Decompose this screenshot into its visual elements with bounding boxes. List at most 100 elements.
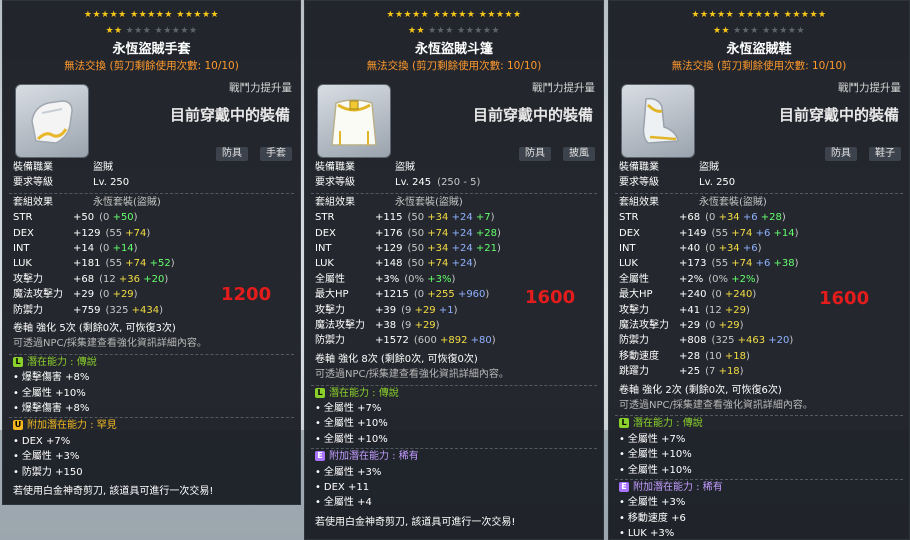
stat-close: ) — [794, 227, 799, 239]
section-divider — [9, 417, 294, 419]
currently-equipped-label: 目前穿戴中的裝備 — [169, 106, 290, 124]
stat-total: +1215 — [375, 289, 409, 301]
stat-row: DEX +129 (55 +74) — [13, 227, 292, 240]
starforce-stars-row1: ★★★★★ ★★★★★ ★★★★★ — [691, 10, 827, 20]
bullet-icon: • — [619, 512, 625, 524]
stat-total: +28 — [679, 350, 701, 362]
additional-potential-label: 附加潛在能力 : 稀有 — [329, 451, 419, 463]
stat-bonus: +6 — [742, 243, 758, 254]
enhance-info-row: 可透過NPC/採集建查看強化資訊詳細內容。 — [619, 399, 901, 412]
stat-row: 移動速度 +28 (10 +18) — [619, 350, 901, 363]
stat-base: (0% — [404, 273, 428, 285]
stat-bonus: +6 — [755, 258, 774, 270]
stat-bonus: +28 — [475, 227, 497, 239]
stars-filled: ★★ — [712, 26, 731, 36]
stat-base: (12 — [705, 304, 725, 316]
stat-row: LUK +181 (55 +74 +52) — [13, 257, 292, 270]
scroll-enhance-row: 卷軸 強化 5次 (剩餘0次, 可恢復3次) — [13, 322, 292, 335]
stat-row: STR +50 (0 +50) — [13, 211, 292, 224]
bullet-icon: • — [619, 528, 625, 540]
stat-base: (0 — [99, 289, 113, 301]
combat-power-increase-label: 戰鬥力提升量 — [532, 82, 595, 94]
additional-potential-value: 防禦力 +150 — [21, 466, 83, 478]
stat-bonus: +28 — [760, 212, 782, 224]
potential-line: • 全屬性 +10% — [619, 448, 901, 461]
additional-potential-line: • DEX +7% — [13, 435, 292, 448]
stat-bonus: +3% — [427, 273, 452, 285]
stat-row: 全屬性 +2% (0% +2%) — [619, 273, 901, 286]
additional-potential-line: • 全屬性 +3% — [13, 450, 292, 463]
starforce-stars-row2: ★★ ★★★ ★★★★★ — [609, 25, 909, 38]
combat-power-annotation: 1200 — [221, 284, 272, 305]
stat-name: 跳躍力 — [619, 366, 649, 378]
set-effect-row: 套組效果 永恆套裝(盜賊) — [13, 196, 292, 209]
bullet-icon: • — [619, 449, 625, 461]
stat-bonus: +434 — [131, 304, 160, 316]
potential-value: 爆擊傷害 +8% — [21, 403, 90, 414]
job-label: 裝備職業 — [619, 162, 659, 173]
enhance-info-text: 可透過NPC/採集建查看強化資訊詳細內容。 — [619, 400, 813, 411]
additional-potential-value: 全屬性 +3% — [21, 451, 80, 463]
enhance-info-row: 可透過NPC/採集建查看強化資訊詳細內容。 — [13, 337, 292, 350]
stat-bonus: +20 — [143, 273, 165, 285]
stat-base: (600 — [413, 335, 440, 347]
section-divider — [9, 192, 294, 194]
stat-name: 最大HP — [619, 289, 653, 301]
job-value: 盜賊 — [93, 162, 113, 173]
item-tooltip-gloves: ★★★★★ ★★★★★ ★★★★★ ★★ ★★★ ★★★★★ 永恆盜賊手套 無法交換 (… — [2, 0, 301, 505]
stat-close: ) — [746, 350, 750, 362]
stat-close: ) — [133, 212, 138, 224]
stat-close: ) — [739, 366, 744, 378]
stat-total: +149 — [679, 227, 707, 239]
stat-close: ) — [491, 335, 496, 347]
potential-value: 全屬性 +7% — [627, 433, 686, 445]
stat-name: DEX — [619, 227, 640, 239]
item-category-tag: 披風 — [563, 147, 595, 161]
bullet-icon: • — [315, 466, 321, 478]
stat-name: 魔法攻擊力 — [619, 320, 669, 331]
stat-base: (7 — [705, 366, 719, 378]
bullet-icon: • — [13, 451, 19, 463]
scroll-enhance-text: 卷軸 強化 8次 (剩餘0次, 可恢復0次) — [315, 353, 478, 365]
stat-base: (0 — [99, 243, 113, 254]
scroll-enhance-text: 卷軸 強化 2次 (剩餘0次, 可恢復6次) — [619, 384, 782, 396]
stat-base: (325 — [105, 304, 132, 316]
potential-line: • 全屬性 +7% — [619, 433, 901, 446]
stat-row: 跳躍力 +25 (7 +18) — [619, 365, 901, 378]
stat-base: (50 — [407, 212, 428, 224]
stat-name: DEX — [315, 227, 336, 239]
stat-total: +115 — [375, 212, 403, 224]
stat-row: INT +40 (0 +34 +6) — [619, 242, 901, 255]
stat-row: STR +115 (50 +34 +24 +7) — [315, 211, 595, 224]
item-category-tag: 鞋子 — [869, 147, 901, 161]
required-level-row: 要求等級 Lv. 245 (250 - 5) — [315, 176, 595, 189]
potential-value: 爆擊傷害 +8% — [21, 372, 90, 384]
trade-status: 無法交換 (剪刀剩餘使用次數: 10/10) — [671, 60, 847, 72]
bullet-icon: • — [315, 497, 321, 509]
stat-row: INT +14 (0 +14) — [13, 242, 292, 255]
stat-bonus: +6 — [742, 212, 761, 224]
stat-name: STR — [619, 212, 639, 224]
stat-close: ) — [789, 335, 794, 347]
additional-potential-value: 全屬性 +3% — [323, 466, 382, 478]
item-tooltip-cape: ★★★★★ ★★★★★ ★★★★★ ★★ ★★★ ★★★★★ 永恆盜賊斗篷 無法交換 (… — [304, 0, 604, 540]
stat-base: (0 — [705, 212, 719, 224]
bullet-icon: • — [13, 372, 19, 384]
stat-base: (9 — [401, 320, 415, 331]
stat-bonus: +50 — [112, 212, 134, 224]
stat-bonus: +29 — [718, 320, 740, 331]
job-label: 裝備職業 — [13, 162, 53, 173]
enhance-info-row: 可透過NPC/採集建查看強化資訊詳細內容。 — [315, 368, 595, 381]
stat-name: 全屬性 — [315, 273, 345, 285]
stat-row: 魔法攻擊力 +29 (0 +29) — [619, 319, 901, 332]
platinum-scissors-hint: 若使用白金神奇剪刀, 該道具可進行一次交易! — [13, 485, 292, 498]
stat-bonus: +20 — [768, 335, 790, 347]
stat-name: STR — [315, 212, 335, 224]
stat-base: (12 — [99, 273, 119, 285]
legendary-grade-icon: L — [619, 418, 629, 429]
stat-total: +129 — [73, 227, 101, 239]
bullet-icon: • — [619, 433, 625, 445]
stat-close: ) — [485, 289, 490, 301]
stat-close: ) — [435, 320, 440, 331]
stat-bonus: +74 — [125, 227, 147, 239]
